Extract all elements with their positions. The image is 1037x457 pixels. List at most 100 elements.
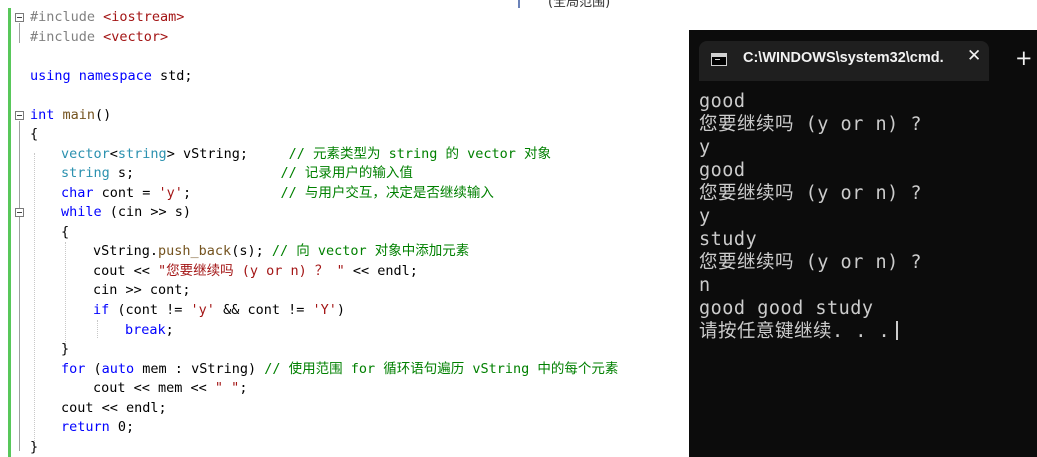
- keyword: namespace: [70, 68, 152, 84]
- code-text: {: [30, 126, 39, 142]
- fold-toggle-main[interactable]: [15, 111, 24, 120]
- code-line-16: if (cont != 'y' && cont != 'Y'): [93, 301, 345, 320]
- code-text: ): [336, 302, 346, 318]
- indent-guide: [65, 242, 66, 346]
- code-line-20: cout << mem << " ";: [93, 379, 247, 398]
- code-text: }: [61, 341, 70, 357]
- code-editor[interactable]: #include <iostream> #include <vector> us…: [0, 8, 690, 457]
- code-line-9: string s; // 记录用户的输入值: [61, 164, 413, 183]
- terminal-output-line: 您要继续吗 (y or n) ?: [699, 183, 923, 204]
- terminal-window[interactable]: C:\WINDOWS\system32\cmd. ✕ + good 您要继续吗 …: [689, 30, 1037, 457]
- keyword: for: [61, 361, 86, 377]
- code-text: cout <<: [93, 263, 159, 279]
- code-line-21: cout << endl;: [61, 399, 167, 418]
- terminal-output-line: 您要继续吗 (y or n) ?: [699, 114, 923, 135]
- code-line-19: for (auto mem : vString) // 使用范围 for 循环语…: [61, 360, 618, 379]
- include-header: <vector>: [95, 29, 169, 45]
- code-text: (cont !=: [109, 302, 191, 318]
- text-cursor: [896, 321, 899, 340]
- function-name: main: [54, 107, 96, 123]
- keyword: if: [93, 302, 110, 318]
- terminal-tab[interactable]: C:\WINDOWS\system32\cmd. ✕: [699, 41, 989, 81]
- code-line-23: }: [30, 438, 38, 457]
- string-literal: 'y': [190, 302, 215, 318]
- terminal-output-line: good: [699, 160, 746, 181]
- code-line-8: vector<string> vString; // 元素类型为 string …: [61, 145, 551, 164]
- change-tracking-bar: [8, 8, 11, 457]
- fold-line: [19, 23, 20, 43]
- code-line-12: {: [61, 223, 69, 242]
- code-text: }: [30, 439, 39, 455]
- fold-toggle-includes[interactable]: [15, 13, 24, 22]
- code-text: && cont !=: [214, 302, 313, 318]
- type-name: string: [61, 165, 110, 181]
- code-line-2: #include <vector>: [30, 28, 168, 47]
- terminal-prompt-line: 请按任意键继续. . .: [699, 320, 899, 343]
- code-line-4: using namespace std;: [30, 67, 193, 86]
- keyword: break: [125, 322, 166, 338]
- keyword: char: [61, 185, 94, 201]
- code-line-13: vString.push_back(s); // 向 vector 对象中添加元…: [93, 242, 469, 261]
- code-line-22: return 0;: [61, 418, 134, 437]
- string-literal: 'Y': [312, 302, 337, 318]
- code-text: (cin >> s): [101, 204, 192, 220]
- type-name: vector: [61, 146, 110, 162]
- code-line-14: cout << "您要继续吗 (y or n) ？ " << endl;: [93, 262, 418, 281]
- terminal-output-line: good good study: [699, 298, 874, 319]
- code-text: cin >> cont;: [93, 282, 191, 298]
- terminal-output-line: n: [699, 275, 711, 296]
- code-line-7: {: [30, 125, 38, 144]
- code-text: s;: [109, 165, 281, 181]
- preprocessor-directive: #include: [30, 9, 96, 25]
- code-line-10: char cont = 'y'; // 与用户交互，决定是否继续输入: [61, 184, 494, 203]
- code-line-17: break;: [125, 321, 174, 340]
- terminal-prompt-text: 请按任意键继续. . .: [699, 321, 891, 342]
- type-name: string: [117, 146, 167, 162]
- code-text: ;: [239, 380, 248, 396]
- code-comment: // 向 vector 对象中添加元素: [271, 243, 470, 259]
- keyword: while: [61, 204, 102, 220]
- code-text: vString.: [93, 243, 159, 259]
- code-comment: // 使用范围 for 循环语句遍历 vString 中的每个元素: [264, 361, 619, 377]
- code-text: 0;: [109, 419, 135, 435]
- code-line-15: cin >> cont;: [93, 281, 191, 300]
- code-comment: // 与用户交互，决定是否继续输入: [280, 185, 494, 201]
- code-line-6: int main(): [30, 106, 111, 125]
- terminal-output-line: study: [699, 229, 758, 250]
- code-text: (s);: [231, 243, 272, 259]
- indent-guide: [97, 320, 98, 338]
- toolbar-divider: [518, 0, 520, 8]
- code-text: {: [61, 224, 70, 240]
- preprocessor-directive: #include: [30, 29, 96, 45]
- terminal-tab-title: C:\WINDOWS\system32\cmd.: [743, 50, 944, 66]
- cmd-icon: [711, 53, 727, 66]
- terminal-output-line: good: [699, 91, 746, 112]
- close-tab-button[interactable]: ✕: [967, 46, 981, 66]
- code-line-11: while (cin >> s): [61, 203, 191, 222]
- code-text: << endl;: [344, 263, 418, 279]
- terminal-output-line: 您要继续吗 (y or n) ?: [699, 252, 923, 273]
- code-text: cout << mem <<: [93, 380, 215, 396]
- code-text: (: [85, 361, 102, 377]
- keyword: int: [30, 107, 55, 123]
- keyword: using: [30, 68, 71, 84]
- string-literal: " ": [214, 380, 240, 396]
- code-text: <: [109, 146, 118, 162]
- code-line-18: }: [61, 340, 69, 359]
- keyword: return: [61, 419, 110, 435]
- string-literal: "您要继续吗 (y or n) ？ ": [158, 263, 345, 279]
- code-line-1: #include <iostream>: [30, 8, 184, 27]
- code-text: > vString;: [166, 146, 289, 162]
- new-tab-button[interactable]: +: [1015, 46, 1033, 70]
- code-text: ;: [182, 185, 281, 201]
- code-text: std;: [151, 68, 193, 84]
- code-text: cont =: [93, 185, 159, 201]
- include-header: <iostream>: [95, 9, 185, 25]
- string-literal: 'y': [158, 185, 183, 201]
- keyword: auto: [101, 361, 135, 377]
- code-comment: // 元素类型为 string 的 vector 对象: [288, 146, 552, 162]
- code-comment: // 记录用户的输入值: [280, 165, 413, 181]
- code-text: ;: [165, 322, 174, 338]
- terminal-output-line: y: [699, 206, 711, 227]
- fold-toggle-while[interactable]: [15, 208, 24, 217]
